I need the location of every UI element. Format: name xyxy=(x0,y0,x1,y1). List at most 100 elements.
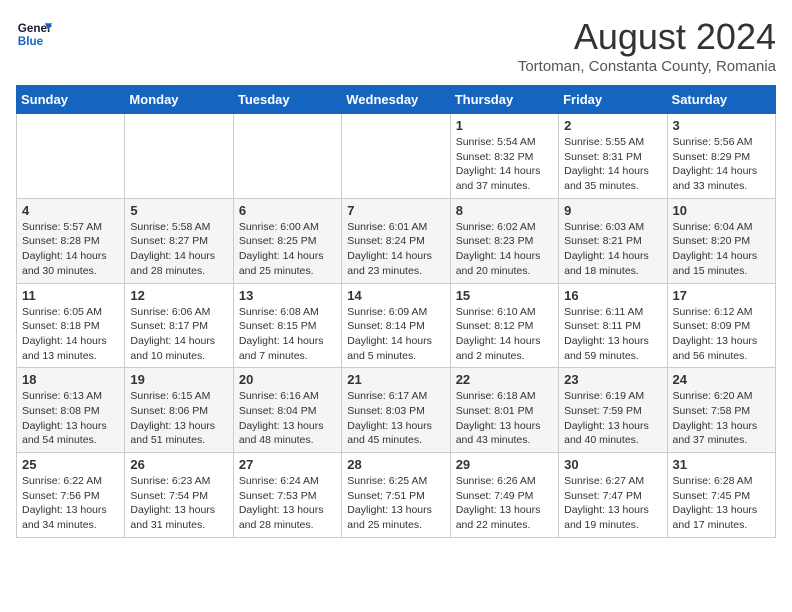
logo: General Blue xyxy=(16,16,52,52)
page-header: General Blue August 2024 Tortoman, Const… xyxy=(16,16,776,75)
day-detail: Sunrise: 6:16 AM Sunset: 8:04 PM Dayligh… xyxy=(239,389,336,448)
header-tuesday: Tuesday xyxy=(233,86,341,114)
cell-w2-d2: 5 Sunrise: 5:58 AM Sunset: 8:27 PM Daylig… xyxy=(125,198,233,283)
cell-w3-d7: 17Sunrise: 6:12 AM Sunset: 8:09 PM Dayli… xyxy=(667,283,775,368)
day-detail: Sunrise: 6:03 AM Sunset: 8:21 PM Dayligh… xyxy=(564,220,661,279)
day-detail: Sunrise: 6:22 AM Sunset: 7:56 PM Dayligh… xyxy=(22,474,119,533)
day-detail: Sunrise: 6:01 AM Sunset: 8:24 PM Dayligh… xyxy=(347,220,444,279)
cell-w4-d6: 23Sunrise: 6:19 AM Sunset: 7:59 PM Dayli… xyxy=(559,368,667,453)
day-number: 8 xyxy=(456,203,553,218)
day-number: 16 xyxy=(564,288,661,303)
day-number: 1 xyxy=(456,118,553,133)
day-number: 7 xyxy=(347,203,444,218)
week-row-1: 1Sunrise: 5:54 AM Sunset: 8:32 PM Daylig… xyxy=(17,114,776,199)
week-row-5: 25 Sunrise: 6:22 AM Sunset: 7:56 PM Dayli… xyxy=(17,453,776,538)
cell-w2-d7: 10 Sunrise: 6:04 AM Sunset: 8:20 PM Dayli… xyxy=(667,198,775,283)
day-detail: Sunrise: 5:56 AM Sunset: 8:29 PM Dayligh… xyxy=(673,135,770,194)
cell-w5-d2: 26 Sunrise: 6:23 AM Sunset: 7:54 PM Dayli… xyxy=(125,453,233,538)
calendar-subtitle: Tortoman, Constanta County, Romania xyxy=(518,58,776,75)
day-number: 24 xyxy=(673,372,770,387)
cell-w1-d3 xyxy=(233,114,341,199)
day-detail: Sunrise: 6:20 AM Sunset: 7:58 PM Dayligh… xyxy=(673,389,770,448)
day-detail: Sunrise: 5:58 AM Sunset: 8:27 PM Dayligh… xyxy=(130,220,227,279)
cell-w3-d6: 16 Sunrise: 6:11 AM Sunset: 8:11 PM Dayli… xyxy=(559,283,667,368)
day-detail: Sunrise: 6:06 AM Sunset: 8:17 PM Dayligh… xyxy=(130,305,227,364)
day-number: 28 xyxy=(347,457,444,472)
header-thursday: Thursday xyxy=(450,86,558,114)
cell-w1-d1 xyxy=(17,114,125,199)
cell-w1-d7: 3 Sunrise: 5:56 AM Sunset: 8:29 PM Daylig… xyxy=(667,114,775,199)
cell-w4-d5: 22 Sunrise: 6:18 AM Sunset: 8:01 PM Dayli… xyxy=(450,368,558,453)
cell-w4-d1: 18 Sunrise: 6:13 AM Sunset: 8:08 PM Dayli… xyxy=(17,368,125,453)
day-number: 9 xyxy=(564,203,661,218)
day-detail: Sunrise: 6:18 AM Sunset: 8:01 PM Dayligh… xyxy=(456,389,553,448)
cell-w4-d7: 24 Sunrise: 6:20 AM Sunset: 7:58 PM Dayli… xyxy=(667,368,775,453)
cell-w2-d6: 9 Sunrise: 6:03 AM Sunset: 8:21 PM Daylig… xyxy=(559,198,667,283)
cell-w2-d1: 4 Sunrise: 5:57 AM Sunset: 8:28 PM Daylig… xyxy=(17,198,125,283)
day-number: 20 xyxy=(239,372,336,387)
day-detail: Sunrise: 6:12 AM Sunset: 8:09 PM Dayligh… xyxy=(673,305,770,364)
day-detail: Sunrise: 6:19 AM Sunset: 7:59 PM Dayligh… xyxy=(564,389,661,448)
cell-w3-d2: 12 Sunrise: 6:06 AM Sunset: 8:17 PM Dayli… xyxy=(125,283,233,368)
calendar-title: August 2024 xyxy=(518,16,776,58)
day-detail: Sunrise: 6:15 AM Sunset: 8:06 PM Dayligh… xyxy=(130,389,227,448)
day-number: 10 xyxy=(673,203,770,218)
header-monday: Monday xyxy=(125,86,233,114)
day-number: 26 xyxy=(130,457,227,472)
day-detail: Sunrise: 6:05 AM Sunset: 8:18 PM Dayligh… xyxy=(22,305,119,364)
cell-w5-d4: 28 Sunrise: 6:25 AM Sunset: 7:51 PM Dayli… xyxy=(342,453,450,538)
day-detail: Sunrise: 6:13 AM Sunset: 8:08 PM Dayligh… xyxy=(22,389,119,448)
week-row-4: 18 Sunrise: 6:13 AM Sunset: 8:08 PM Dayli… xyxy=(17,368,776,453)
day-detail: Sunrise: 5:57 AM Sunset: 8:28 PM Dayligh… xyxy=(22,220,119,279)
day-number: 5 xyxy=(130,203,227,218)
day-detail: Sunrise: 6:02 AM Sunset: 8:23 PM Dayligh… xyxy=(456,220,553,279)
day-number: 19 xyxy=(130,372,227,387)
title-block: August 2024 Tortoman, Constanta County, … xyxy=(518,16,776,75)
cell-w4-d2: 19 Sunrise: 6:15 AM Sunset: 8:06 PM Dayli… xyxy=(125,368,233,453)
day-number: 12 xyxy=(130,288,227,303)
day-detail: Sunrise: 6:23 AM Sunset: 7:54 PM Dayligh… xyxy=(130,474,227,533)
header-saturday: Saturday xyxy=(667,86,775,114)
cell-w1-d4 xyxy=(342,114,450,199)
day-detail: Sunrise: 6:17 AM Sunset: 8:03 PM Dayligh… xyxy=(347,389,444,448)
cell-w1-d2 xyxy=(125,114,233,199)
day-number: 13 xyxy=(239,288,336,303)
day-number: 25 xyxy=(22,457,119,472)
day-detail: Sunrise: 6:25 AM Sunset: 7:51 PM Dayligh… xyxy=(347,474,444,533)
header-sunday: Sunday xyxy=(17,86,125,114)
cell-w3-d5: 15Sunrise: 6:10 AM Sunset: 8:12 PM Dayli… xyxy=(450,283,558,368)
week-row-3: 11Sunrise: 6:05 AM Sunset: 8:18 PM Dayli… xyxy=(17,283,776,368)
day-number: 6 xyxy=(239,203,336,218)
cell-w2-d5: 8 Sunrise: 6:02 AM Sunset: 8:23 PM Daylig… xyxy=(450,198,558,283)
day-detail: Sunrise: 6:04 AM Sunset: 8:20 PM Dayligh… xyxy=(673,220,770,279)
svg-text:Blue: Blue xyxy=(18,35,44,48)
header-wednesday: Wednesday xyxy=(342,86,450,114)
day-number: 3 xyxy=(673,118,770,133)
cell-w2-d3: 6Sunrise: 6:00 AM Sunset: 8:25 PM Daylig… xyxy=(233,198,341,283)
day-detail: Sunrise: 6:27 AM Sunset: 7:47 PM Dayligh… xyxy=(564,474,661,533)
logo-icon: General Blue xyxy=(16,16,52,52)
header-friday: Friday xyxy=(559,86,667,114)
day-number: 14 xyxy=(347,288,444,303)
day-number: 22 xyxy=(456,372,553,387)
cell-w5-d5: 29Sunrise: 6:26 AM Sunset: 7:49 PM Dayli… xyxy=(450,453,558,538)
cell-w2-d4: 7 Sunrise: 6:01 AM Sunset: 8:24 PM Daylig… xyxy=(342,198,450,283)
day-detail: Sunrise: 6:24 AM Sunset: 7:53 PM Dayligh… xyxy=(239,474,336,533)
day-number: 27 xyxy=(239,457,336,472)
calendar-table: Sunday Monday Tuesday Wednesday Thursday… xyxy=(16,85,776,538)
day-detail: Sunrise: 5:55 AM Sunset: 8:31 PM Dayligh… xyxy=(564,135,661,194)
day-number: 15 xyxy=(456,288,553,303)
day-number: 2 xyxy=(564,118,661,133)
day-number: 21 xyxy=(347,372,444,387)
cell-w3-d1: 11Sunrise: 6:05 AM Sunset: 8:18 PM Dayli… xyxy=(17,283,125,368)
cell-w1-d6: 2 Sunrise: 5:55 AM Sunset: 8:31 PM Daylig… xyxy=(559,114,667,199)
day-number: 4 xyxy=(22,203,119,218)
cell-w3-d3: 13 Sunrise: 6:08 AM Sunset: 8:15 PM Dayli… xyxy=(233,283,341,368)
header-row: Sunday Monday Tuesday Wednesday Thursday… xyxy=(17,86,776,114)
cell-w5-d3: 27 Sunrise: 6:24 AM Sunset: 7:53 PM Dayli… xyxy=(233,453,341,538)
day-number: 18 xyxy=(22,372,119,387)
day-number: 30 xyxy=(564,457,661,472)
day-detail: Sunrise: 6:08 AM Sunset: 8:15 PM Dayligh… xyxy=(239,305,336,364)
day-detail: Sunrise: 6:11 AM Sunset: 8:11 PM Dayligh… xyxy=(564,305,661,364)
cell-w5-d7: 31Sunrise: 6:28 AM Sunset: 7:45 PM Dayli… xyxy=(667,453,775,538)
